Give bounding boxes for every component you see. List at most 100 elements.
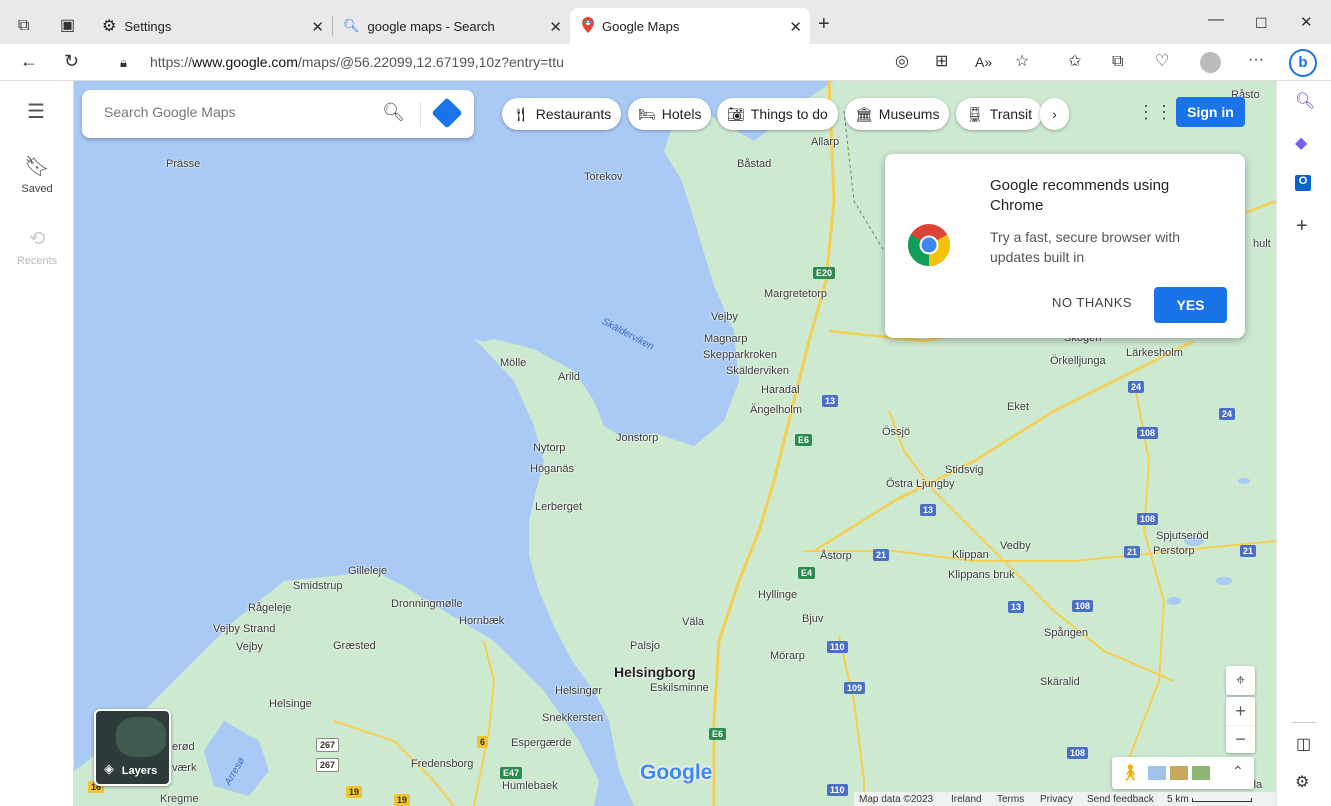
map-canvas[interactable]: Prässe Torekov Båstad Allarp Råsto Margr…	[74, 81, 1276, 806]
tab-settings[interactable]: ⚙ Settings ✕	[92, 8, 332, 44]
chip-things-to-do[interactable]: 📷︎ Things to do	[717, 98, 838, 130]
more-menu-icon[interactable]: ···	[1248, 52, 1264, 68]
close-window-icon[interactable]: ✕	[1300, 15, 1313, 31]
place-label[interactable]: erød	[172, 741, 195, 753]
place-label[interactable]: Torekov	[584, 171, 623, 183]
place-label[interactable]: Helsingør	[555, 685, 602, 697]
favorites-icon[interactable]: ✩	[1068, 54, 1081, 70]
sign-in-button[interactable]: Sign in	[1176, 97, 1245, 127]
refresh-icon[interactable]: ↻	[64, 52, 79, 70]
read-aloud-icon[interactable]: A»	[975, 54, 992, 70]
search-icon[interactable]: 🔍︎	[1295, 94, 1315, 110]
place-label[interactable]: Vejby Strand	[213, 623, 275, 635]
place-label[interactable]: Vejby	[236, 641, 263, 653]
privacy-link[interactable]: Privacy	[1040, 794, 1073, 805]
place-label[interactable]: Lerberget	[535, 501, 582, 513]
place-label[interactable]: Smidstrup	[293, 580, 343, 592]
place-label[interactable]: Palsjo	[630, 640, 660, 652]
place-label[interactable]: Åstorp	[820, 550, 852, 562]
place-label[interactable]: Espergærde	[511, 737, 572, 749]
place-label[interactable]: Östra Ljungby	[886, 478, 954, 490]
place-label[interactable]: Klippans bruk	[948, 569, 1015, 581]
chip-transit[interactable]: 🚆︎ Transit	[956, 98, 1043, 130]
place-label[interactable]: Helsingborg	[614, 664, 696, 680]
new-tab-icon[interactable]: +	[818, 14, 830, 34]
add-icon[interactable]: +	[1296, 216, 1308, 236]
close-tab-icon[interactable]: ✕	[789, 18, 802, 36]
close-tab-icon[interactable]: ✕	[549, 18, 562, 36]
place-label[interactable]: Lärkesholm	[1126, 347, 1183, 359]
bing-chat-icon[interactable]: b	[1289, 49, 1317, 77]
favorite-star-icon[interactable]: ☆	[1015, 54, 1029, 70]
address-bar[interactable]: https://www.google.com/maps/@56.22099,12…	[150, 54, 564, 70]
place-label[interactable]: Örkelljunga	[1050, 355, 1106, 367]
country-link[interactable]: Ireland	[951, 794, 982, 805]
collections-icon[interactable]: ⧉	[1112, 54, 1123, 70]
profile-avatar-icon[interactable]	[1200, 52, 1221, 73]
place-label[interactable]: Skälderviken	[726, 365, 789, 377]
back-icon[interactable]: ←	[20, 52, 38, 70]
place-label[interactable]: Allarp	[811, 136, 839, 148]
workspaces-icon[interactable]: ⧉	[18, 18, 29, 34]
place-label[interactable]: Hyllinge	[758, 589, 797, 601]
search-icon[interactable]: 🔍︎	[382, 102, 405, 123]
place-label[interactable]: Græsted	[333, 640, 376, 652]
location-icon[interactable]: ◎	[895, 54, 909, 70]
chip-hotels[interactable]: 🛏︎ Hotels	[628, 98, 712, 130]
place-label[interactable]: Gilleleje	[348, 565, 387, 577]
place-label[interactable]: Mörarp	[770, 650, 805, 662]
place-label[interactable]: Vedby	[1000, 540, 1031, 552]
place-label[interactable]: Perstorp	[1153, 545, 1195, 557]
place-label[interactable]: Arild	[558, 371, 580, 383]
yes-button[interactable]: YES	[1154, 287, 1227, 323]
my-location-button[interactable]: ⌖	[1226, 666, 1255, 695]
settings-gear-icon[interactable]: ⚙	[1295, 775, 1309, 791]
chip-museums[interactable]: 🏛︎ Museums	[845, 98, 950, 130]
place-label[interactable]: Össjö	[882, 426, 910, 438]
layers-button[interactable]: ◈ Layers	[94, 709, 171, 786]
directions-icon[interactable]	[431, 97, 463, 129]
outlook-icon[interactable]: O	[1295, 175, 1311, 191]
place-label[interactable]: Ängelholm	[750, 404, 802, 416]
place-label[interactable]: Klippan	[952, 549, 989, 561]
chip-restaurants[interactable]: 🍴︎ Restaurants	[502, 98, 622, 130]
place-label[interactable]: Spjutseröd	[1156, 530, 1209, 542]
search-input[interactable]	[104, 104, 364, 120]
zoom-in-button[interactable]: +	[1226, 697, 1255, 725]
chips-next-button[interactable]: ›	[1040, 98, 1069, 130]
place-label[interactable]: hult	[1253, 238, 1271, 250]
send-feedback-link[interactable]: Send feedback	[1087, 794, 1154, 805]
place-label[interactable]: Haradal	[761, 384, 800, 396]
place-label[interactable]: Kregme	[160, 793, 199, 805]
copilot-icon[interactable]: ◆	[1295, 136, 1307, 152]
maximize-icon[interactable]: ☐	[1255, 15, 1268, 31]
place-label[interactable]: Spången	[1044, 627, 1088, 639]
place-label[interactable]: Helsinge	[269, 698, 312, 710]
place-label[interactable]: Hornbæk	[459, 615, 504, 627]
place-label[interactable]: Höganäs	[530, 463, 574, 475]
pegman-icon[interactable]: 🚶︎	[1120, 763, 1140, 783]
place-label[interactable]: Jonstorp	[616, 432, 658, 444]
lock-icon[interactable]: 🔒︎	[120, 55, 127, 71]
minimize-icon[interactable]: —	[1208, 12, 1224, 28]
expand-up-icon[interactable]: ⌃	[1232, 763, 1244, 780]
place-label[interactable]: Vejby	[711, 311, 738, 323]
place-label[interactable]: Eskilsminne	[650, 682, 709, 694]
place-label[interactable]: Båstad	[737, 158, 771, 170]
place-label[interactable]: Humlebaek	[502, 780, 558, 792]
place-label[interactable]: Bjuv	[802, 613, 823, 625]
browser-essentials-icon[interactable]: ♡	[1155, 54, 1169, 70]
hide-sidebar-icon[interactable]: ◫	[1296, 737, 1311, 753]
place-label[interactable]: Rågeleje	[248, 602, 291, 614]
tab-search[interactable]: 🔍︎ google maps - Search ✕	[333, 8, 570, 44]
saved-button[interactable]: 🔖︎ Saved	[0, 154, 74, 195]
tab-actions-icon[interactable]: ▣	[60, 18, 75, 34]
hamburger-menu-icon[interactable]: ☰	[27, 102, 45, 122]
tab-google-maps[interactable]: Google Maps ✕	[570, 8, 810, 44]
recents-button[interactable]: ⟲ Recents	[0, 226, 74, 267]
terms-link[interactable]: Terms	[997, 794, 1024, 805]
street-view-thumb-icon[interactable]	[1192, 766, 1210, 780]
place-label[interactable]: værk	[172, 762, 196, 774]
close-tab-icon[interactable]: ✕	[311, 18, 324, 36]
place-label[interactable]: Dronningmølle	[391, 598, 463, 610]
